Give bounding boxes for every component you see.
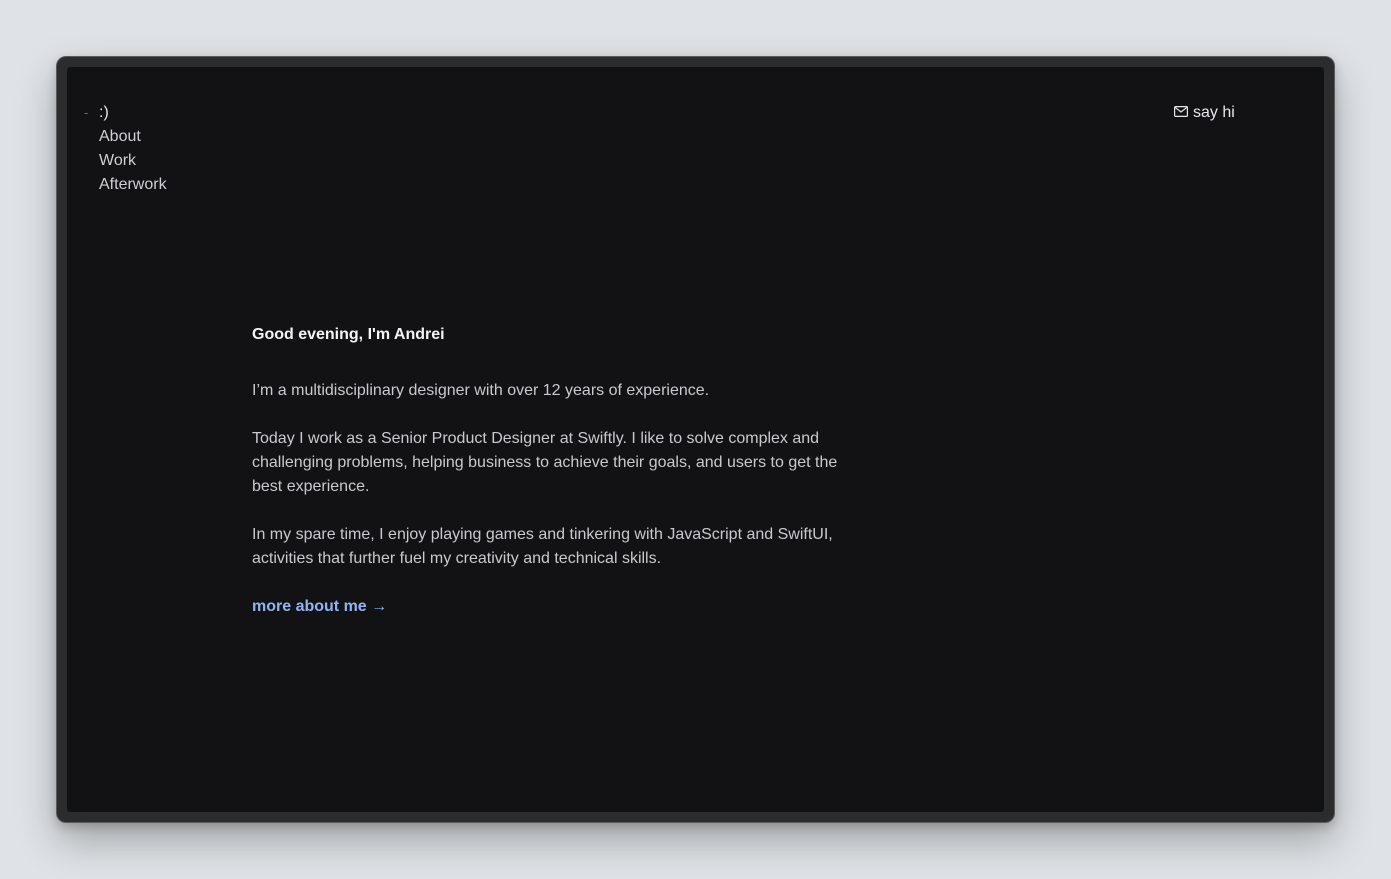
main-nav: - :) About Work Afterwork xyxy=(84,101,167,197)
device-frame: - :) About Work Afterwork say hi Good ev… xyxy=(56,56,1335,823)
intro-paragraph-work: Today I work as a Senior Product Designe… xyxy=(252,430,838,495)
nav-item-about[interactable]: About xyxy=(84,125,167,149)
say-hi-label: say hi xyxy=(1193,104,1235,121)
mail-icon xyxy=(1174,101,1189,125)
nav-home-row[interactable]: - :) xyxy=(84,101,167,125)
nav-active-indicator: - xyxy=(84,105,89,120)
intro-paragraph-experience: I’m a multidisciplinary designer with ov… xyxy=(252,382,710,399)
nav-item-work[interactable]: Work xyxy=(84,149,167,173)
greeting-heading: Good evening, I'm Andrei xyxy=(252,326,445,343)
intro-paragraph-spare-time: In my spare time, I enjoy playing games … xyxy=(252,526,833,567)
nav-item-afterwork[interactable]: Afterwork xyxy=(84,173,167,197)
say-hi-link[interactable]: say hi xyxy=(1174,101,1235,125)
nav-home-link[interactable]: :) xyxy=(99,101,109,125)
more-about-me-link[interactable]: more about me → xyxy=(252,595,387,619)
page-screen: - :) About Work Afterwork say hi Good ev… xyxy=(67,67,1324,812)
intro-section: Good evening, I'm Andrei I’m a multidisc… xyxy=(252,323,842,619)
